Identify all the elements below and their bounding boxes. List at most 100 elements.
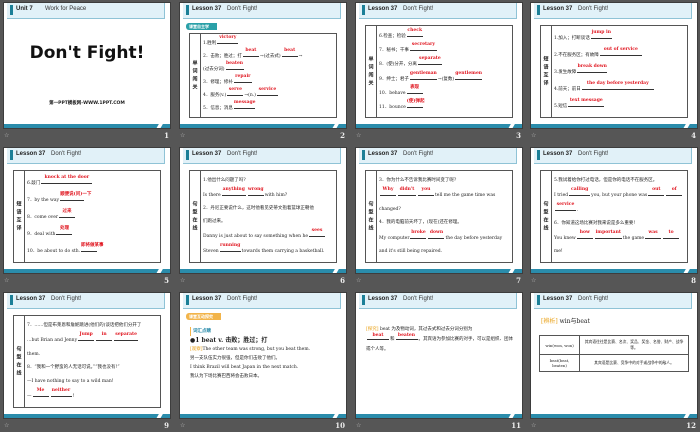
exercise-table: 单词闯关 6.检查；检验 check 7．秘书；干事 secretary 8．(使)分开，… xyxy=(365,25,513,118)
answer-blank[interactable]: running xyxy=(219,243,241,253)
answer-blank[interactable]: gentleman xyxy=(409,71,437,80)
answer-blank[interactable]: the day before yesterday xyxy=(581,81,654,90)
animation-star-icon[interactable]: ☆ xyxy=(180,277,185,284)
slide-canvas[interactable]: Lesson 37 Don't Fight! 课堂互动探究 词汇点睛 ●1 beat v… xyxy=(179,292,347,419)
exercise-line: 8．“我和一个野蛮的人无话可说。”“我也没有!” xyxy=(27,365,158,371)
slide-canvas[interactable]: Lesson 37 Don't Fight! 句型在线 5.我试着给你打过电话，但是你… xyxy=(530,147,698,274)
slide-canvas[interactable]: Lesson 37 Don't Fight! 短语互译 6.敲门 knock at th… xyxy=(3,147,171,274)
slide-canvas[interactable]: Lesson 37 Don't Fight! 句型在线 3．你为什么不告诉我比赛时间变… xyxy=(355,147,523,274)
answer-blank[interactable]: break down xyxy=(577,64,608,73)
answer-blank[interactable]: in xyxy=(96,332,113,342)
answer-blank[interactable]: repair xyxy=(233,74,252,83)
answer-blank[interactable]: text message xyxy=(568,98,605,107)
answer-blank[interactable]: 表现 xyxy=(406,85,423,94)
slide-thumbnail-4[interactable]: Lesson 37 Don't Fight! 短语互译 1.加入；打断谈话 jump i… xyxy=(530,2,698,142)
answer-text: was xyxy=(648,230,658,236)
animation-star-icon[interactable]: ☆ xyxy=(4,132,9,139)
slide-canvas[interactable]: Unit 7 Work for Peace Don't Fight! 第一PPT模板网… xyxy=(3,2,171,129)
answer-blank[interactable]: neither xyxy=(50,388,72,398)
answer-blank[interactable]: beaten xyxy=(395,333,418,340)
slide-thumbnail-10[interactable]: Lesson 37 Don't Fight! 课堂互动探究 词汇点睛 ●1 beat v… xyxy=(179,292,347,432)
slide-canvas[interactable]: Lesson 37 Don't Fight! 句型在线 7．……但是布莱恩和詹妮跳进(… xyxy=(3,292,171,419)
slide-thumbnail-11[interactable]: Lesson 37 Don't Fight! [探究] beat 为及物动词，其过去… xyxy=(355,292,523,432)
slide-thumbnail-1[interactable]: Unit 7 Work for Peace Don't Fight! 第一PPT模板网… xyxy=(3,2,171,142)
answer-blank[interactable]: serve xyxy=(227,87,244,96)
answer-blank[interactable]: important xyxy=(594,230,622,240)
answer-blank[interactable]: separate xyxy=(114,332,139,342)
answer-blank[interactable]: (使)弹起 xyxy=(406,99,425,108)
answer-blank[interactable]: 过来 xyxy=(59,209,76,218)
answer-blank[interactable]: victory xyxy=(217,35,239,45)
slide-thumbnail-12[interactable]: Lesson 37 Don't Fight! [辨析] win与beat win(wo… xyxy=(530,292,698,432)
animation-star-icon[interactable]: ☆ xyxy=(180,132,185,139)
slide-canvas[interactable]: Lesson 37 Don't Fight! [辨析] win与beat win(wo… xyxy=(530,292,698,419)
answer-blank[interactable]: was xyxy=(645,230,662,240)
animation-star-icon[interactable]: ☆ xyxy=(356,132,361,139)
answer-blank[interactable]: down xyxy=(428,230,445,239)
slide-canvas[interactable]: Lesson 37 Don't Fight! 单词闯关 6.检查；检验 check 7．秘… xyxy=(355,2,523,129)
answer-blank[interactable]: sees xyxy=(309,228,326,238)
answer-text: out xyxy=(652,186,661,192)
slide-number: 4 xyxy=(691,131,696,140)
slide-thumbnail-8[interactable]: Lesson 37 Don't Fight! 句型在线 5.我试着给你打过电话，但是你… xyxy=(530,147,698,287)
answer-text: knock at the door xyxy=(44,174,90,180)
answer-blank[interactable]: beaten xyxy=(225,61,244,71)
answer-blank[interactable]: you xyxy=(418,187,434,197)
answer-blank[interactable]: calling xyxy=(569,187,591,196)
slide-canvas[interactable]: Lesson 37 Don't Fight! 句型在线 1.他出什么问题了吗? Is t… xyxy=(179,147,347,274)
answer-blank[interactable]: out xyxy=(648,187,665,196)
slide-canvas[interactable]: Lesson 37 Don't Fight! 短语互译 1.加入；打断谈话 jump i… xyxy=(530,2,698,129)
answer-blank[interactable]: out of service xyxy=(599,47,642,56)
answer-blank[interactable]: knock at the door xyxy=(41,175,93,184)
animation-star-icon[interactable]: ☆ xyxy=(4,422,9,429)
answer-blank[interactable]: beat xyxy=(242,48,259,58)
animation-star-icon[interactable]: ☆ xyxy=(531,277,536,284)
slide-thumbnail-6[interactable]: Lesson 37 Don't Fight! 句型在线 1.他出什么问题了吗? Is t… xyxy=(179,147,347,287)
exercise-line: 7．秘书；干事 secretary xyxy=(379,42,510,54)
slide-thumbnail-2[interactable]: Lesson 37 Don't Fight! 课堂自主学 单词闯关 1.胜利 victor… xyxy=(179,2,347,142)
answer-blank[interactable]: service xyxy=(555,202,576,211)
animation-star-icon[interactable]: ☆ xyxy=(180,422,185,429)
line-text: 8．come over xyxy=(27,214,59,220)
answer-blank[interactable]: secretary xyxy=(409,42,437,52)
answer-blank[interactable]: Why xyxy=(380,187,396,197)
answer-blank[interactable]: 处理 xyxy=(56,226,73,235)
answer-blank[interactable]: Jump xyxy=(78,332,95,342)
exercise-line: 6.检查；检验 check xyxy=(379,28,510,40)
answer-blank[interactable]: separate xyxy=(417,56,442,66)
slide-header: Lesson 37 Don't Fight! xyxy=(7,293,165,309)
answer-blank[interactable]: didn't xyxy=(398,187,416,197)
answer-blank[interactable]: 即将做某事 xyxy=(81,243,104,252)
answer-blank[interactable]: check xyxy=(406,28,423,38)
answer-blank[interactable]: broke xyxy=(410,230,427,239)
answer-blank[interactable]: anything xyxy=(221,187,246,196)
answer-text: text message xyxy=(569,97,603,103)
answer-text: repair xyxy=(235,73,251,79)
slide-thumbnail-9[interactable]: Lesson 37 Don't Fight! 句型在线 7．……但是布莱恩和詹妮跳进(… xyxy=(3,292,171,432)
animation-star-icon[interactable]: ☆ xyxy=(531,132,536,139)
answer-blank[interactable]: message xyxy=(233,100,256,109)
animation-star-icon[interactable]: ☆ xyxy=(356,277,361,284)
answer-blank[interactable]: of xyxy=(666,187,683,196)
answer-blank[interactable]: how xyxy=(576,230,593,240)
answer-blank[interactable]: jump in xyxy=(590,30,612,39)
slide-header: Lesson 37 Don't Fight! xyxy=(359,148,517,164)
answer-blank[interactable]: 顺便说(问)一下 xyxy=(60,192,91,201)
answer-blank[interactable]: service xyxy=(256,87,278,96)
slide-thumbnail-5[interactable]: Lesson 37 Don't Fight! 短语互译 6.敲门 knock at th… xyxy=(3,147,171,287)
answer-blank[interactable]: Me xyxy=(32,388,49,398)
exercise-line: 5．信息；消息 message xyxy=(203,100,334,112)
answer-blank[interactable]: gentlemen xyxy=(455,71,483,80)
answer-blank[interactable]: beat xyxy=(367,333,389,340)
animation-star-icon[interactable]: ☆ xyxy=(531,422,536,429)
animation-star-icon[interactable]: ☆ xyxy=(4,277,9,284)
line-text: the day before yesterday xyxy=(445,235,503,241)
animation-star-icon[interactable]: ☆ xyxy=(356,422,361,429)
slide-canvas[interactable]: Lesson 37 Don't Fight! 课堂自主学 单词闯关 1.胜利 victor… xyxy=(179,2,347,129)
answer-blank[interactable]: to xyxy=(663,230,680,240)
slide-thumbnail-7[interactable]: Lesson 37 Don't Fight! 句型在线 3．你为什么不告诉我比赛时间变… xyxy=(355,147,523,287)
slide-thumbnail-3[interactable]: Lesson 37 Don't Fight! 单词闯关 6.检查；检验 check 7．秘… xyxy=(355,2,523,142)
slide-canvas[interactable]: Lesson 37 Don't Fight! [探究] beat 为及物动词，其过去… xyxy=(355,292,523,419)
answer-blank[interactable]: wrong xyxy=(247,187,264,196)
answer-blank[interactable]: beat xyxy=(281,48,298,58)
